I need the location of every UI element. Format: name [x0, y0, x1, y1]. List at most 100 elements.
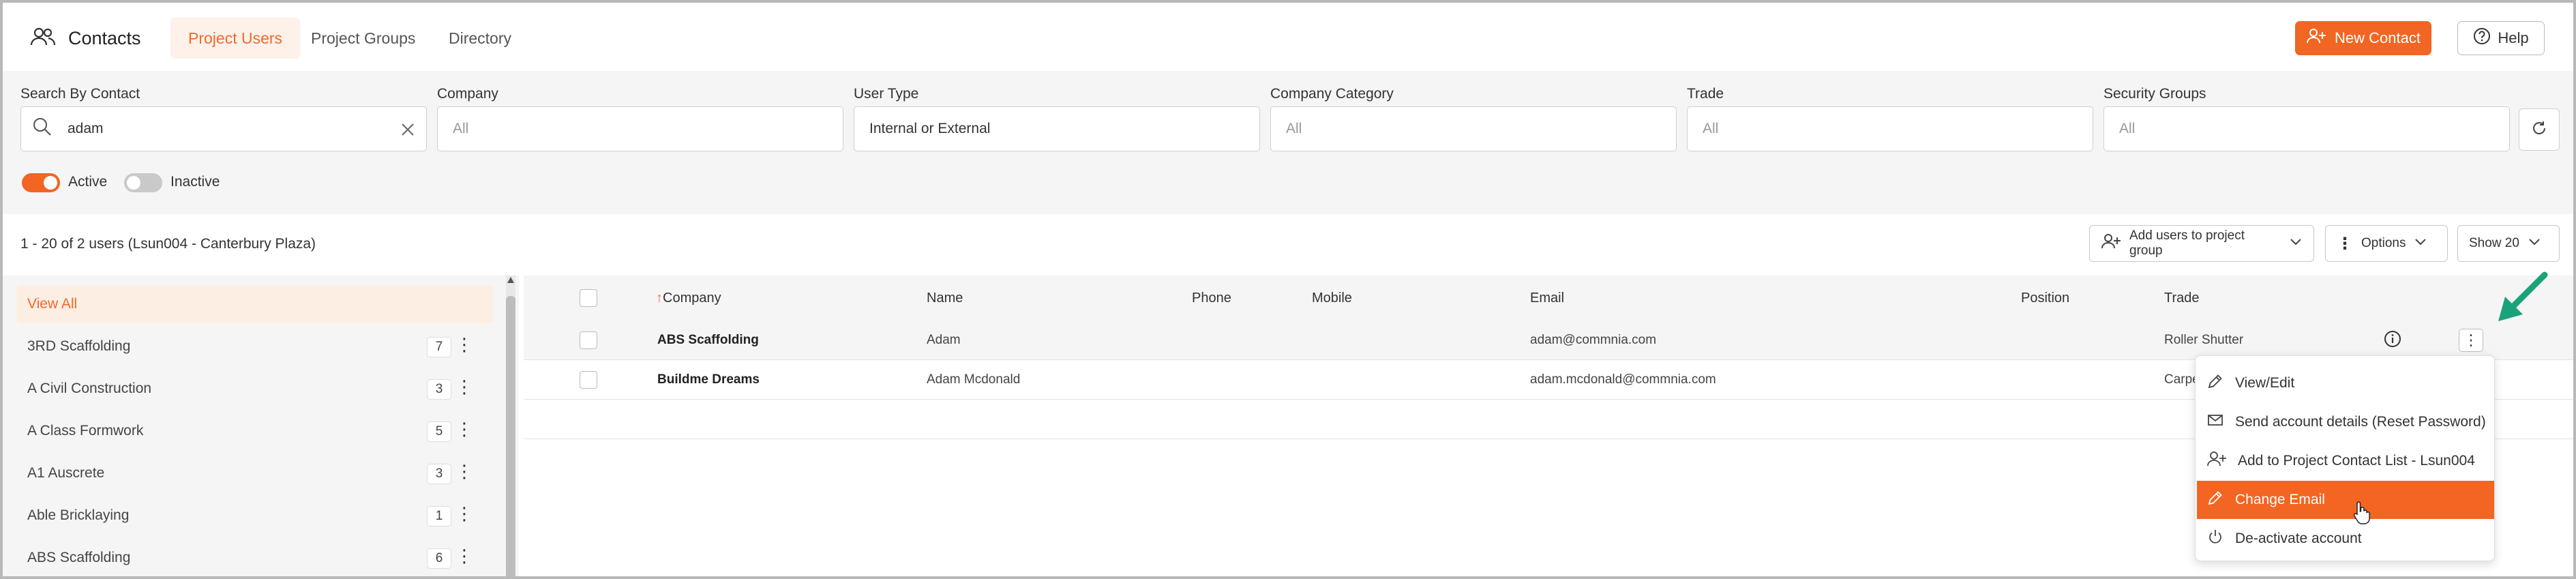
- kebab-icon[interactable]: ⋮: [455, 462, 473, 480]
- sidebar-item-a-civil-construction[interactable]: A Civil Construction 3 ⋮: [16, 370, 494, 408]
- security-groups-placeholder: All: [2119, 121, 2136, 136]
- sidebar-item-count: 7: [427, 337, 451, 357]
- menu-item-deactivate-account[interactable]: De-activate account: [2197, 520, 2494, 558]
- sidebar-item-able-bricklaying[interactable]: Able Bricklaying 1 ⋮: [16, 496, 494, 535]
- sidebar-item-label: View All: [27, 296, 78, 312]
- company-select[interactable]: All: [437, 106, 843, 151]
- sidebar-item-label: 3RD Scaffolding: [27, 338, 131, 354]
- user-type-label: User Type: [854, 86, 919, 102]
- kebab-icon[interactable]: ⋮: [455, 547, 473, 565]
- company-category-label: Company Category: [1270, 86, 1394, 102]
- select-all-checkbox[interactable]: [580, 289, 597, 307]
- options-label: Options: [2361, 236, 2406, 250]
- column-header-phone[interactable]: Phone: [1192, 291, 1231, 306]
- kebab-icon[interactable]: ⋮: [455, 420, 473, 438]
- info-icon[interactable]: [2384, 330, 2401, 348]
- cell-company: Buildme Dreams: [657, 372, 760, 387]
- sidebar-item-view-all[interactable]: View All: [16, 285, 494, 323]
- add-to-group-button[interactable]: Add users to project group: [2089, 225, 2314, 262]
- row-actions-button[interactable]: ⋮: [2459, 329, 2483, 352]
- sidebar-item-label: A1 Auscrete: [27, 465, 105, 481]
- scroll-up-icon[interactable]: [507, 277, 514, 283]
- trade-label: Trade: [1687, 86, 1724, 102]
- app-title-text: Contacts: [68, 27, 141, 48]
- add-user-icon: [2101, 233, 2121, 254]
- contacts-icon: [30, 27, 56, 50]
- column-header-trade[interactable]: Trade: [2164, 291, 2200, 306]
- cell-name: Adam: [927, 333, 961, 347]
- sidebar-item-a1-auscrete[interactable]: A1 Auscrete 3 ⋮: [16, 454, 494, 492]
- sidebar-item-a-class-formwork[interactable]: A Class Formwork 5 ⋮: [16, 412, 494, 450]
- search-input[interactable]: adam: [20, 106, 427, 151]
- options-button[interactable]: ⋮ Options: [2325, 225, 2448, 262]
- row-actions-menu: View/Edit Send account details (Reset Pa…: [2195, 355, 2495, 561]
- add-user-icon: [2206, 451, 2227, 471]
- top-bar: Contacts Project Users Project Groups Di…: [3, 3, 2573, 71]
- column-header-name[interactable]: Name: [927, 291, 963, 306]
- tab-project-users[interactable]: Project Users: [170, 18, 301, 59]
- column-header-position[interactable]: Position: [2021, 291, 2069, 306]
- help-label: Help: [2498, 29, 2529, 46]
- active-toggle[interactable]: [22, 173, 60, 192]
- cell-trade: Roller Shutter: [2164, 333, 2244, 347]
- menu-item-send-account-details[interactable]: Send account details (Reset Password): [2197, 403, 2494, 441]
- trade-select[interactable]: All: [1687, 106, 2093, 151]
- kebab-icon: ⋮: [2337, 234, 2353, 253]
- column-header-mobile[interactable]: Mobile: [1312, 291, 1352, 306]
- tab-project-groups[interactable]: Project Groups: [293, 18, 433, 59]
- company-category-select[interactable]: All: [1270, 106, 1677, 151]
- cell-trade: Carpe: [2164, 372, 2200, 387]
- sidebar-item-count: 3: [427, 464, 451, 484]
- sidebar-item-3rd-scaffolding[interactable]: 3RD Scaffolding 7 ⋮: [16, 327, 494, 366]
- page-size-select[interactable]: Show 20: [2457, 225, 2560, 262]
- menu-item-label: Change Email: [2235, 492, 2325, 507]
- sidebar-scrollbar-thumb[interactable]: [506, 296, 515, 576]
- column-header-email[interactable]: Email: [1530, 291, 1564, 306]
- active-label: Active: [68, 174, 108, 190]
- company-placeholder: All: [453, 121, 469, 136]
- security-groups-select[interactable]: All: [2103, 106, 2510, 151]
- add-to-group-label: Add users to project group: [2129, 228, 2245, 258]
- menu-item-view-edit[interactable]: View/Edit: [2197, 364, 2494, 402]
- search-icon: [32, 117, 53, 141]
- company-label: Company: [437, 86, 498, 102]
- app-window: Contacts Project Users Project Groups Di…: [0, 0, 2576, 579]
- sidebar-item-abs-scaffolding[interactable]: ABS Scaffolding 6 ⋮: [16, 539, 494, 576]
- help-button[interactable]: Help: [2457, 21, 2545, 55]
- tab-directory[interactable]: Directory: [431, 18, 529, 59]
- cell-name: Adam Mcdonald: [927, 372, 1021, 387]
- chevron-down-icon: [2528, 236, 2541, 251]
- annotation-arrow-icon: [2490, 271, 2551, 329]
- search-value: adam: [68, 121, 104, 136]
- kebab-icon[interactable]: ⋮: [455, 378, 473, 396]
- user-type-select[interactable]: Internal or External: [854, 106, 1260, 151]
- inactive-toggle[interactable]: [124, 173, 162, 192]
- menu-item-add-to-contact-list[interactable]: Add to Project Contact List - Lsun004: [2197, 442, 2494, 480]
- new-contact-label: New Contact: [2335, 29, 2421, 46]
- kebab-icon[interactable]: ⋮: [455, 336, 473, 353]
- sidebar-item-count: 6: [427, 548, 451, 569]
- sidebar-scrollbar[interactable]: [506, 276, 515, 576]
- menu-item-change-email[interactable]: Change Email: [2197, 481, 2494, 519]
- sidebar-item-count: 5: [427, 421, 451, 442]
- new-contact-button[interactable]: New Contact: [2295, 21, 2431, 55]
- trade-placeholder: All: [1703, 121, 1719, 136]
- sidebar-item-count: 1: [427, 506, 451, 526]
- row-checkbox[interactable]: [580, 371, 597, 389]
- user-type-value: Internal or External: [869, 121, 991, 136]
- search-label: Search By Contact: [20, 86, 140, 102]
- row-checkbox[interactable]: [580, 331, 597, 349]
- kebab-icon: ⋮: [2463, 331, 2478, 348]
- menu-item-label: De-activate account: [2235, 531, 2362, 546]
- sidebar-item-label: Able Bricklaying: [27, 507, 130, 523]
- power-icon: [2206, 528, 2224, 550]
- clear-search-icon[interactable]: [400, 122, 415, 141]
- pencil-icon: [2206, 489, 2224, 511]
- table-header: ↑Company Name Phone Mobile Email Positio…: [524, 276, 2573, 321]
- column-header-company[interactable]: ↑Company: [656, 291, 721, 306]
- company-category-placeholder: All: [1286, 121, 1302, 136]
- reset-filters-button[interactable]: [2519, 108, 2560, 151]
- kebab-icon[interactable]: ⋮: [455, 505, 473, 522]
- table-row[interactable]: ABS Scaffolding Adam adam@commnia.com Ro…: [524, 321, 2573, 360]
- add-user-icon: [2306, 28, 2326, 48]
